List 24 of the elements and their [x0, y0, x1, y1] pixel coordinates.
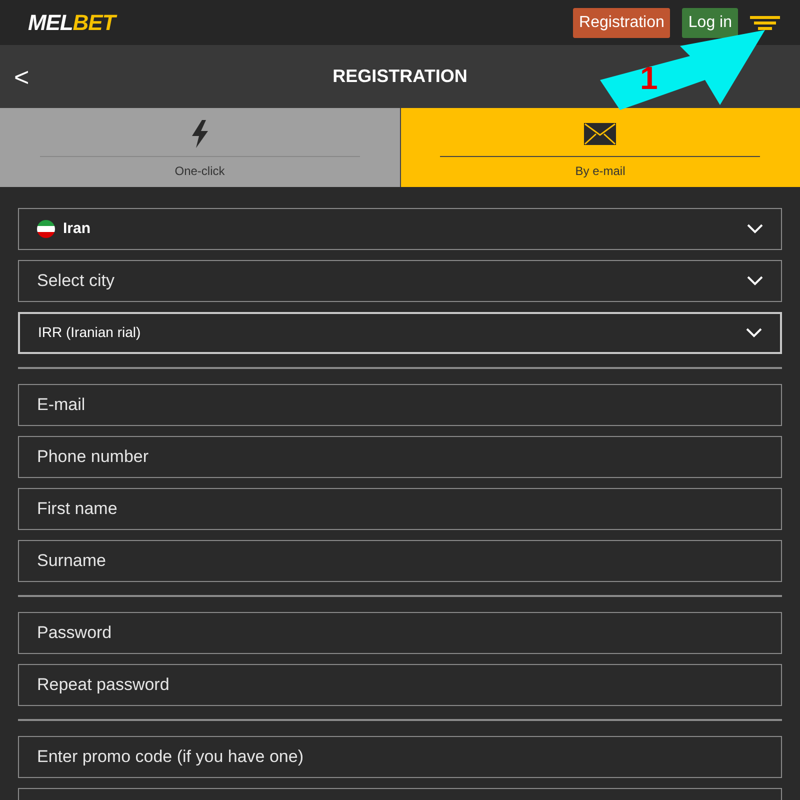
input-field[interactable]: Enter promo code (if you have one) — [18, 736, 782, 778]
chevron-down-icon — [747, 276, 763, 286]
page-title: REGISTRATION — [332, 65, 468, 88]
login-button[interactable]: Log in — [682, 8, 738, 38]
input-field[interactable]: Surname — [18, 540, 782, 582]
select-field[interactable]: Iran — [18, 208, 782, 250]
lightning-icon — [190, 120, 210, 148]
tab[interactable]: By e-mail — [400, 108, 800, 187]
input-field[interactable]: First name — [18, 488, 782, 530]
back-button[interactable]: < — [14, 64, 30, 90]
registration-button[interactable]: Registration — [573, 8, 670, 38]
input-field[interactable]: Password — [18, 612, 782, 654]
chevron-down-icon — [747, 224, 763, 234]
select-field[interactable]: IRR (Iranian rial) — [18, 312, 782, 354]
input-field[interactable]: Phone number — [18, 436, 782, 478]
tab[interactable]: One-click — [0, 108, 400, 187]
chevron-down-icon — [746, 328, 762, 338]
menu-icon[interactable] — [750, 16, 780, 30]
input-field[interactable]: E-mail — [18, 384, 782, 426]
annotation-number: 1 — [640, 62, 658, 94]
select-field[interactable]: Select city — [18, 260, 782, 302]
input-field[interactable]: Repeat password — [18, 664, 782, 706]
logo[interactable]: MELBET — [28, 6, 116, 39]
envelope-icon — [584, 123, 616, 145]
